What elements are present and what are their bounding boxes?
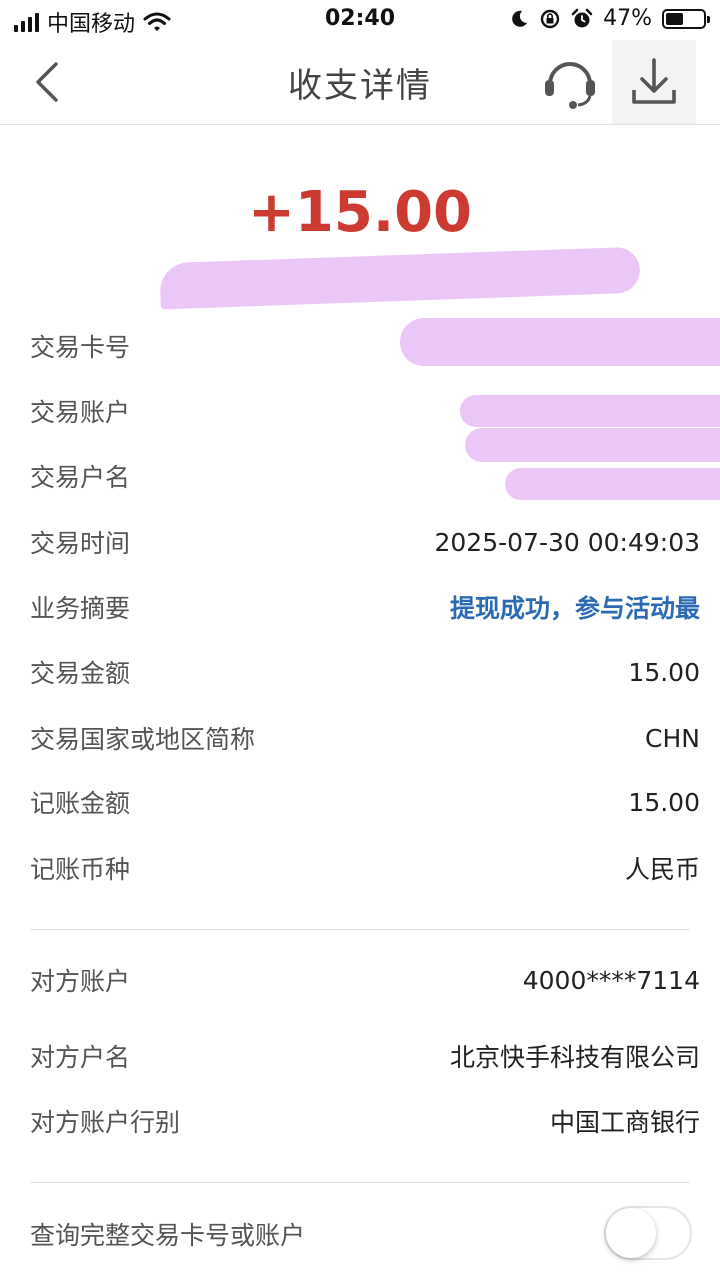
detail-label: 业务摘要 (30, 594, 131, 623)
battery-icon (662, 8, 710, 29)
detail-label: 对方账户 (30, 967, 131, 996)
detail-row-amount: 交易金额 15.00 (30, 652, 700, 692)
nav-bar: 收支详情 (0, 40, 720, 125)
summary-link[interactable]: 提现成功，参与活动最 (450, 589, 700, 625)
detail-label: 记账币种 (30, 855, 131, 884)
detail-row-counter-bank: 对方账户行别 中国工商银行 (30, 1101, 700, 1141)
detail-label: 交易卡号 (30, 333, 131, 362)
detail-row-currency: 记账币种 人民币 (30, 848, 700, 888)
battery-percent: 47% (603, 6, 652, 31)
alarm-icon (571, 8, 593, 27)
detail-label: 对方账户行别 (30, 1108, 181, 1137)
detail-value: CHN (645, 723, 700, 753)
headset-icon (545, 62, 595, 109)
detail-row-summary: 业务摘要 提现成功，参与活动最 (30, 587, 700, 627)
download-button[interactable] (612, 40, 696, 124)
query-full-number-row: 查询完整交易卡号或账户 (30, 1214, 580, 1254)
detail-value: 北京快手科技有限公司 (449, 1043, 700, 1072)
detail-row-counter-name: 对方户名 北京快手科技有限公司 (30, 1036, 700, 1076)
detail-row-booked-amount: 记账金额 15.00 (30, 782, 700, 822)
customer-service-button[interactable] (540, 54, 600, 110)
detail-row-time: 交易时间 2025-07-30 00:49:03 (30, 522, 700, 562)
detail-row-counter-account: 对方账户 4000****7114 (30, 960, 700, 1000)
detail-value: 15.00 (628, 787, 700, 817)
moon-icon (512, 10, 528, 27)
detail-value: 人民币 (624, 855, 700, 884)
redaction-mark (159, 246, 641, 310)
detail-row-account-name: 交易户名 (30, 456, 700, 496)
detail-label: 对方户名 (30, 1043, 131, 1072)
orientation-lock-icon (540, 9, 560, 28)
detail-value: 2025-07-30 00:49:03 (434, 527, 700, 557)
detail-value: 15.00 (628, 657, 700, 687)
detail-row-card-number: 交易卡号 (30, 326, 700, 366)
detail-label: 交易账户 (30, 398, 131, 427)
detail-label: 记账金额 (30, 789, 131, 818)
section-divider (30, 1182, 690, 1183)
download-icon (632, 58, 676, 104)
toggle-knob[interactable] (606, 1208, 656, 1258)
transaction-amount: +15.00 (247, 180, 473, 245)
detail-label: 交易国家或地区简称 (30, 725, 256, 754)
detail-label: 交易时间 (30, 529, 131, 558)
status-bar: 中国移动 02:40 47% (0, 0, 720, 40)
detail-value: 中国工商银行 (549, 1108, 700, 1137)
query-full-number-toggle[interactable] (604, 1206, 692, 1260)
query-label: 查询完整交易卡号或账户 (30, 1221, 306, 1250)
detail-label: 交易金额 (30, 659, 131, 688)
detail-row-country: 交易国家或地区简称 CHN (30, 718, 700, 758)
detail-label: 交易户名 (30, 463, 131, 492)
detail-value: 4000****7114 (522, 965, 700, 995)
detail-row-account: 交易账户 (30, 391, 700, 431)
section-divider (30, 929, 690, 930)
